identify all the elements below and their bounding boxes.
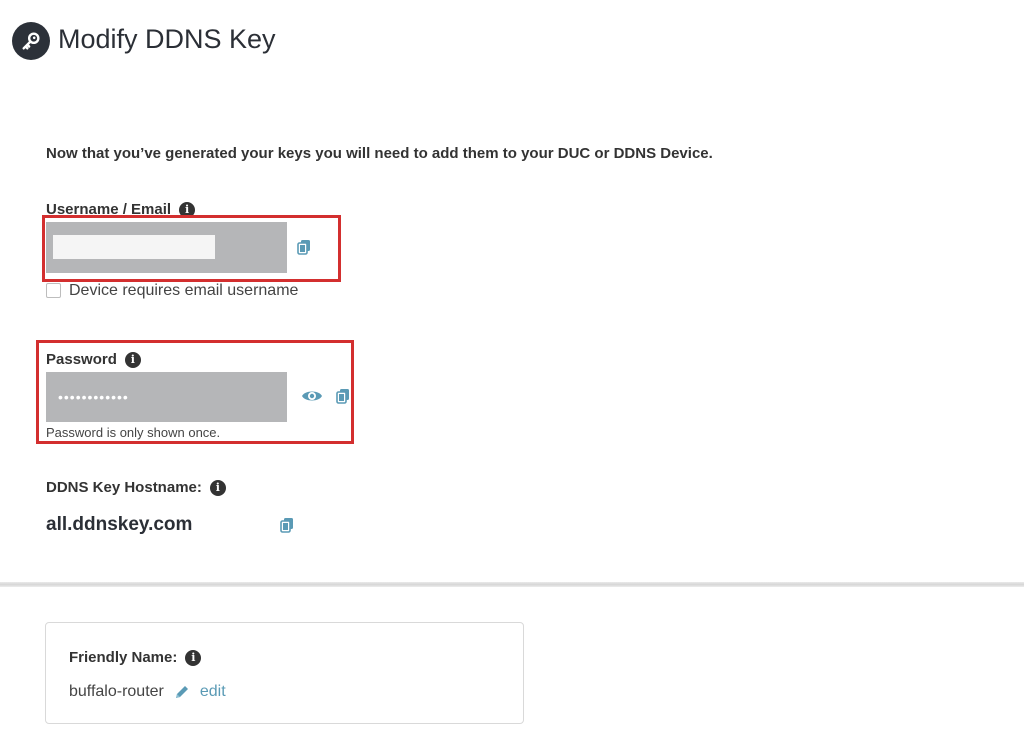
email-username-checkbox[interactable]	[46, 283, 61, 298]
copy-username-icon[interactable]	[295, 237, 313, 255]
info-icon[interactable]: i	[209, 479, 226, 496]
friendly-name-value: buffalo-router	[69, 683, 164, 700]
pencil-icon[interactable]	[174, 684, 190, 700]
info-icon[interactable]: i	[185, 649, 202, 666]
email-username-checkbox-label[interactable]: Device requires email username	[69, 282, 298, 300]
password-masked-value: ••••••••••••	[58, 389, 129, 405]
hostname-label: DDNS Key Hostname:	[46, 479, 202, 496]
key-icon	[12, 22, 50, 60]
info-icon[interactable]: i	[124, 351, 141, 368]
friendly-name-label-row: Friendly Name: i	[69, 649, 202, 666]
show-password-eye-icon[interactable]	[301, 388, 323, 404]
section-divider	[0, 582, 1024, 587]
edit-friendly-name-link[interactable]: edit	[200, 683, 226, 701]
password-field[interactable]: ••••••••••••	[46, 372, 287, 422]
friendly-name-label: Friendly Name:	[69, 649, 178, 666]
page-title: Modify DDNS Key	[58, 24, 276, 54]
copy-password-icon[interactable]	[334, 386, 352, 404]
password-label-row: Password i	[46, 351, 141, 368]
password-hint: Password is only shown once.	[46, 425, 221, 440]
password-label: Password	[46, 351, 117, 368]
intro-text: Now that you’ve generated your keys you …	[46, 145, 713, 162]
username-redaction	[53, 235, 215, 259]
copy-hostname-icon[interactable]	[278, 515, 296, 533]
friendly-name-card: Friendly Name: i buffalo-router edit	[45, 622, 524, 724]
modify-ddns-key-page: Modify DDNS Key Now that you’ve generate…	[0, 0, 1024, 748]
hostname-value: all.ddnskey.com	[46, 514, 193, 535]
friendly-name-value-row: buffalo-router edit	[69, 683, 226, 701]
hostname-label-row: DDNS Key Hostname: i	[46, 479, 226, 496]
